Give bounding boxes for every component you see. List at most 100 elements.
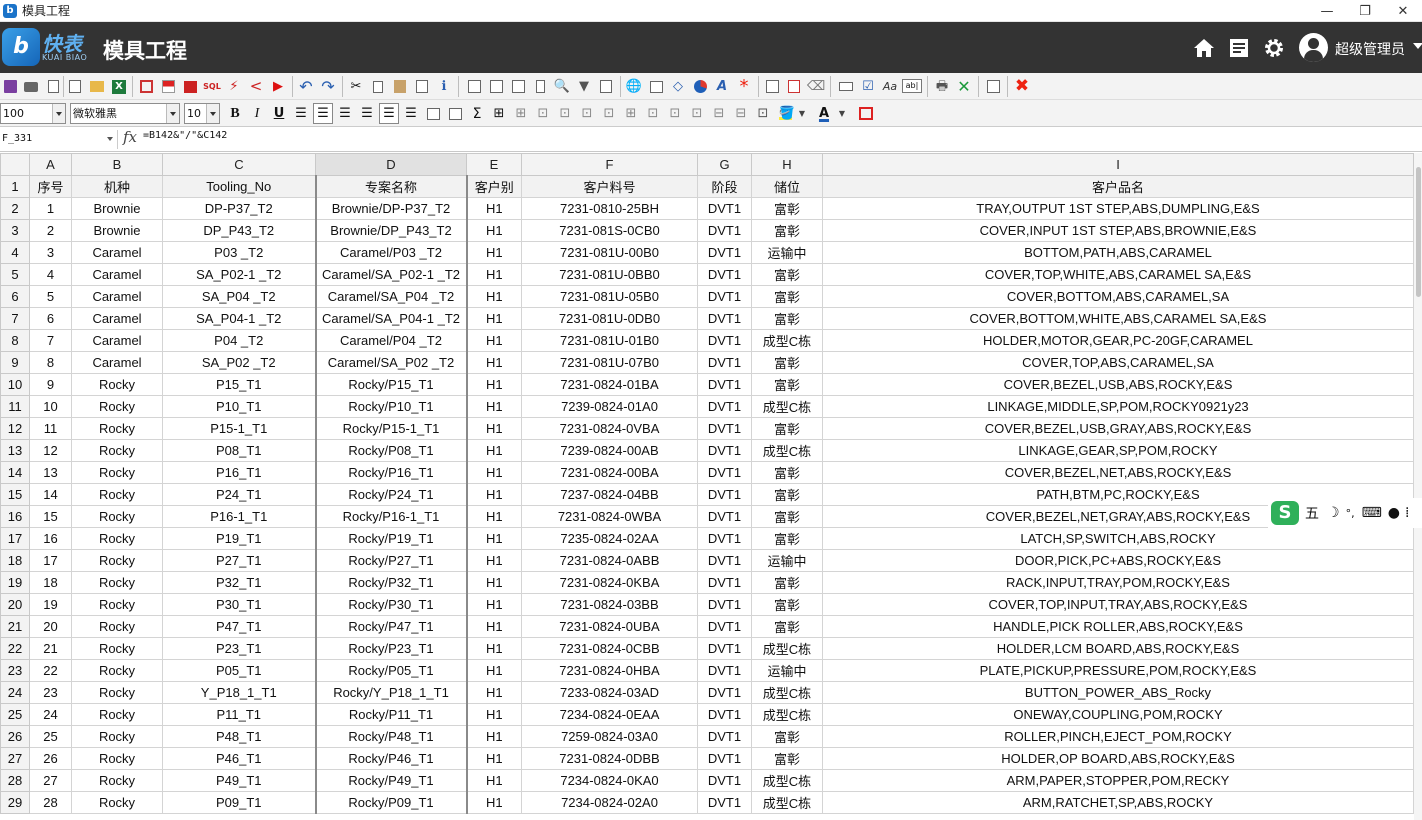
- border-inner-icon[interactable]: ⊞: [511, 103, 531, 124]
- table-cell[interactable]: P16_T1: [162, 461, 316, 484]
- table-cell[interactable]: Caramel/P03 _T2: [314, 241, 468, 264]
- avatar[interactable]: [1299, 33, 1328, 62]
- row-header[interactable]: 7: [0, 307, 30, 330]
- align-center-icon[interactable]: ☰: [313, 103, 333, 124]
- table-cell[interactable]: 18: [29, 571, 72, 594]
- table-cell[interactable]: Rocky: [71, 417, 163, 440]
- table-cell[interactable]: Rocky/P32_T1: [314, 571, 468, 594]
- column-header-d[interactable]: D: [315, 153, 467, 176]
- table-cell[interactable]: 成型C栋: [751, 395, 823, 418]
- table-cell[interactable]: P09_T1: [162, 791, 316, 814]
- table-cell[interactable]: DVT1: [697, 395, 752, 418]
- more-icon[interactable]: ⁞: [1405, 505, 1409, 521]
- ime-mode-label[interactable]: 五: [1305, 503, 1319, 523]
- table-cell[interactable]: 22: [29, 659, 72, 682]
- table-cell[interactable]: 7234-0824-0EAA: [521, 703, 698, 726]
- table-cell[interactable]: 7231-081U-07B0: [521, 351, 698, 374]
- table-cell[interactable]: Rocky/P47_T1: [314, 615, 468, 638]
- table-cell[interactable]: H1: [466, 659, 522, 682]
- table-cell[interactable]: 成型C栋: [751, 637, 823, 660]
- table-cell[interactable]: 5: [29, 285, 72, 308]
- table-cell[interactable]: 12: [29, 439, 72, 462]
- user-icon[interactable]: ●: [1388, 505, 1400, 521]
- table-cell[interactable]: 成型C栋: [751, 439, 823, 462]
- redo-icon[interactable]: ↷: [318, 76, 338, 97]
- row-header[interactable]: 4: [0, 241, 30, 264]
- pie-chart-icon[interactable]: [690, 76, 710, 97]
- table-cell[interactable]: DVT1: [697, 461, 752, 484]
- table-cell[interactable]: Rocky/P15-1_T1: [314, 417, 468, 440]
- table-cell[interactable]: Rocky/P05_T1: [314, 659, 468, 682]
- table-cell[interactable]: H1: [466, 439, 522, 462]
- table-cell[interactable]: Rocky/P16_T1: [314, 461, 468, 484]
- table-cell[interactable]: Caramel: [71, 241, 163, 264]
- table-cell[interactable]: DVT1: [697, 681, 752, 704]
- table-cell[interactable]: Rocky: [71, 395, 163, 418]
- header-cell[interactable]: 专案名称: [314, 175, 468, 198]
- row-header[interactable]: 25: [0, 703, 30, 726]
- table-cell[interactable]: P30_T1: [162, 593, 316, 616]
- border-horizontal-icon[interactable]: ⊡: [665, 103, 685, 124]
- table-cell[interactable]: 7239-0824-01A0: [521, 395, 698, 418]
- table-cell[interactable]: H1: [466, 791, 522, 814]
- table-cell[interactable]: P47_T1: [162, 615, 316, 638]
- table-cell[interactable]: 富彰: [751, 461, 823, 484]
- row-header[interactable]: 20: [0, 593, 30, 616]
- table-cell[interactable]: 27: [29, 769, 72, 792]
- spreadsheet-grid[interactable]: ABCDEFGHI 1 序号 机种 Tooling_No 专案名称 客户别 客户料号 阶段 储位…: [0, 153, 1422, 820]
- align-middle-icon[interactable]: ☰: [379, 103, 399, 124]
- border-thick-icon[interactable]: ⊟: [731, 103, 751, 124]
- table-cell[interactable]: 7231-0824-0HBA: [521, 659, 698, 682]
- table-cell[interactable]: 2: [29, 219, 72, 242]
- list-icon[interactable]: [1228, 37, 1250, 59]
- vertical-scrollbar[interactable]: [1414, 153, 1422, 820]
- play-icon[interactable]: ▶: [268, 76, 288, 97]
- table-cell[interactable]: HOLDER,MOTOR,GEAR,PC-20GF,CARAMEL: [822, 329, 1414, 352]
- row-header[interactable]: 11: [0, 395, 30, 418]
- table-cell[interactable]: 7231-0810-25BH: [521, 197, 698, 220]
- table-cell[interactable]: 21: [29, 637, 72, 660]
- header-cell[interactable]: 客户料号: [521, 175, 698, 198]
- table-cell[interactable]: Rocky/P48_T1: [314, 725, 468, 748]
- column-header-g[interactable]: G: [697, 153, 752, 176]
- table-cell[interactable]: Rocky/P30_T1: [314, 593, 468, 616]
- font-color-button[interactable]: A: [814, 103, 834, 124]
- column-header-f[interactable]: F: [521, 153, 698, 176]
- table-cell[interactable]: 4: [29, 263, 72, 286]
- table-cell[interactable]: 富彰: [751, 417, 823, 440]
- table-cell[interactable]: Rocky: [71, 681, 163, 704]
- table-cell[interactable]: LINKAGE,MIDDLE,SP,POM,ROCKY0921y23: [822, 395, 1414, 418]
- print-icon[interactable]: [21, 76, 41, 97]
- insert-row-icon[interactable]: [464, 76, 484, 97]
- table-cell[interactable]: 成型C栋: [751, 791, 823, 814]
- border-box-icon[interactable]: ⊡: [753, 103, 773, 124]
- table-cell[interactable]: H1: [466, 307, 522, 330]
- row-header[interactable]: 18: [0, 549, 30, 572]
- table-cell[interactable]: 运输中: [751, 659, 823, 682]
- table-cell[interactable]: 19: [29, 593, 72, 616]
- table-cell[interactable]: P32_T1: [162, 571, 316, 594]
- row-header[interactable]: 24: [0, 681, 30, 704]
- clear-format-icon[interactable]: [784, 76, 804, 97]
- fill-color-icon[interactable]: 🪣: [775, 103, 795, 124]
- table-cell[interactable]: Rocky/P11_T1: [314, 703, 468, 726]
- align-bottom-icon[interactable]: ☰: [401, 103, 421, 124]
- table-cell[interactable]: H1: [466, 483, 522, 506]
- column-header-a[interactable]: A: [29, 153, 72, 176]
- table-cell[interactable]: 成型C栋: [751, 769, 823, 792]
- table-cell[interactable]: 7235-0824-02AA: [521, 527, 698, 550]
- table-cell[interactable]: P03 _T2: [162, 241, 316, 264]
- table-cell[interactable]: Rocky: [71, 593, 163, 616]
- table-cell[interactable]: 7239-0824-00AB: [521, 439, 698, 462]
- table-cell[interactable]: Rocky/P23_T1: [314, 637, 468, 660]
- table-cell[interactable]: ARM,RATCHET,SP,ABS,ROCKY: [822, 791, 1414, 814]
- table-cell[interactable]: P48_T1: [162, 725, 316, 748]
- table-cell[interactable]: Rocky: [71, 439, 163, 462]
- table-cell[interactable]: DP_P43_T2: [162, 219, 316, 242]
- table-cell[interactable]: Rocky: [71, 505, 163, 528]
- header-cell[interactable]: 储位: [751, 175, 823, 198]
- table-cell[interactable]: Rocky: [71, 615, 163, 638]
- table-cell[interactable]: P11_T1: [162, 703, 316, 726]
- sheet-table[interactable]: ABCDEFGHI 1 序号 机种 Tooling_No 专案名称 客户别 客户料号 阶段 储位…: [0, 153, 1414, 814]
- table-cell[interactable]: H1: [466, 219, 522, 242]
